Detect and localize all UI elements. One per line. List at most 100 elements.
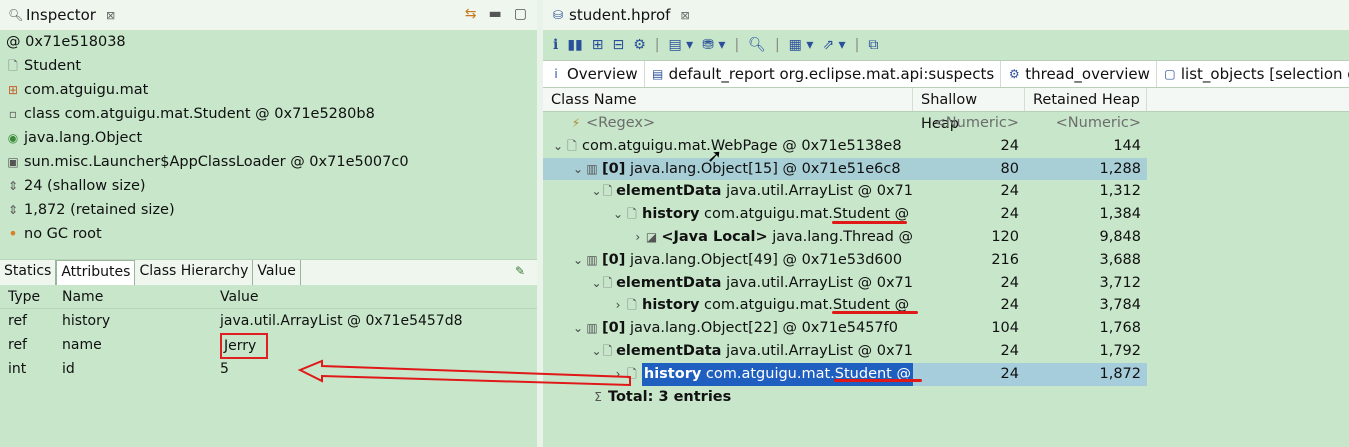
maximize-icon[interactable]: ▢	[514, 6, 527, 22]
dominator-tree-icon[interactable]: ⊞	[592, 37, 604, 53]
reference-label: history	[643, 365, 702, 382]
object-info-list: @ 0x71e518038 🗋 Student ⊞ com.atguigu.mat ▫ cl…	[0, 30, 537, 246]
table-row[interactable]: ⌄ ▥ [0] java.lang.Object[49] @ 0x71e53d600…	[543, 249, 1349, 272]
table-row[interactable]: int id 5	[0, 357, 537, 381]
table-row[interactable]: ⌄ 🗋 elementData java.util.ArrayList @ 0x71…	[543, 180, 1349, 203]
object-icon: 🗋	[627, 366, 637, 381]
histogram-icon[interactable]: ▮▮	[567, 37, 582, 53]
object-label: com.atguigu.mat.Student @	[704, 206, 910, 223]
chevron-down-icon[interactable]: ⌄	[571, 249, 585, 272]
info-text: no GC root	[24, 226, 102, 242]
table-row[interactable]: › ◪ <Java Local> java.lang.Thread @ 120 9,84…	[543, 226, 1349, 249]
oql-icon[interactable]: ⊟	[612, 37, 624, 53]
shallow-heap-cell: 24	[1000, 342, 1019, 359]
table-row[interactable]: ⌄ 🗋 com.atguigu.mat.WebPage @ 0x71e5138e8 2…	[543, 135, 1349, 158]
attr-type: ref	[8, 313, 27, 329]
regex-filter[interactable]: <Regex>	[586, 112, 655, 135]
column-retained-heap[interactable]: Retained Heap	[1025, 88, 1147, 111]
chevron-right-icon[interactable]: ›	[611, 363, 625, 386]
filter-row[interactable]: ⚡︎ <Regex> <Numeric> <Numeric>	[543, 112, 1349, 135]
reference-label: elementData	[616, 183, 722, 200]
chevron-down-icon[interactable]: ⌄	[571, 158, 585, 181]
chevron-right-icon[interactable]: ›	[631, 226, 645, 249]
chevron-down-icon[interactable]: ⌄	[551, 135, 565, 158]
reference-label: history	[642, 297, 700, 314]
shallow-heap-cell: 120	[991, 228, 1019, 245]
info-text: 1,872 (retained size)	[24, 202, 175, 218]
info-icon: i	[554, 67, 558, 81]
editor-view-tabs: i Overview ▤ default_report org.eclipse.…	[543, 60, 1349, 88]
calculator-icon[interactable]: ▦ ▾	[789, 37, 814, 53]
chevron-down-icon[interactable]: ⌄	[591, 180, 602, 203]
tab-list-objects[interactable]: ▢ list_objects [selection of '	[1157, 61, 1349, 87]
editor-tab[interactable]: ⛁ student.hprof ⊠	[543, 0, 698, 30]
table-row[interactable]: ⌄ ▥ [0] java.lang.Object[15] @ 0x71e51e6c8…	[543, 157, 1349, 181]
column-type[interactable]: Type	[0, 285, 54, 308]
reference-label: elementData	[616, 342, 722, 359]
tab-default-report[interactable]: ▤ default_report org.eclipse.mat.api:sus…	[645, 61, 1002, 87]
inspector-tab[interactable]: 🔍︎ Inspector ⊠	[0, 0, 123, 30]
regex-icon: ⚡︎	[571, 116, 581, 130]
table-row[interactable]: ⌄ 🗋 history com.atguigu.mat.Student @ 24 1,3…	[543, 203, 1349, 226]
info-line[interactable]: • no GC root	[0, 222, 537, 246]
close-icon[interactable]: ⊠	[106, 9, 115, 22]
table-row[interactable]: ⌄ 🗋 elementData java.util.ArrayList @ 0x71…	[543, 272, 1349, 295]
attr-type: int	[8, 361, 27, 377]
tab-attributes[interactable]: Attributes	[56, 260, 136, 285]
tab-thread-overview[interactable]: ⚙ thread_overview	[1001, 61, 1157, 87]
tab-overview[interactable]: i Overview	[543, 61, 645, 87]
tab-statics[interactable]: Statics	[0, 260, 57, 285]
info-line[interactable]: ▫ class com.atguigu.mat.Student @ 0x71e52…	[0, 102, 537, 126]
column-name[interactable]: Name	[54, 285, 214, 308]
editor-toolbar: i ▮▮ ⊞ ⊟ ⚙ | ▤ ▾ ⛃ ▾ | 🔍︎ | ▦ ▾ ⇗ ▾ | ⧉	[553, 37, 879, 53]
pin-icon[interactable]: ✎	[515, 264, 525, 278]
group-icon[interactable]: ⧉	[868, 37, 878, 53]
table-row[interactable]: › 🗋 history com.atguigu.mat.Student @24 3,7…	[543, 294, 1349, 317]
info-line[interactable]: @ 0x71e518038	[0, 30, 537, 54]
tab-value[interactable]: Value	[253, 260, 301, 285]
sync-icon[interactable]: ⇆	[465, 6, 477, 22]
chevron-down-icon[interactable]: ⌄	[611, 203, 625, 226]
shallow-heap-cell: 104	[991, 320, 1019, 337]
column-class-name[interactable]: Class Name	[543, 88, 913, 111]
retained-filter[interactable]: <Numeric>	[1025, 112, 1147, 135]
search-icon[interactable]: 🔍︎	[748, 37, 766, 53]
chevron-down-icon[interactable]: ⌄	[591, 340, 602, 363]
info-line[interactable]: ⇕ 1,872 (retained size)	[0, 198, 537, 222]
retained-heap-cell: 1,872	[1025, 362, 1147, 386]
export-icon[interactable]: ⇗ ▾	[822, 37, 845, 53]
chevron-right-icon[interactable]: ›	[611, 294, 625, 317]
annotation-underline	[832, 221, 907, 224]
shallow-heap-cell: 24	[1000, 274, 1019, 291]
info-line[interactable]: ⊞ com.atguigu.mat	[0, 78, 537, 102]
info-text: class com.atguigu.mat.Student @ 0x71e528…	[24, 106, 375, 122]
close-icon[interactable]: ⊠	[680, 9, 689, 22]
shallow-heap-cell: 24	[1000, 183, 1019, 200]
table-row[interactable]: ⌄ ▥ [0] java.lang.Object[22] @ 0x71e5457f0…	[543, 317, 1349, 340]
chevron-down-icon[interactable]: ⌄	[591, 272, 602, 295]
table-row[interactable]: ref name Jerry	[0, 333, 537, 359]
tree-rows: ⌄ 🗋 com.atguigu.mat.WebPage @ 0x71e5138e8 2…	[543, 135, 1349, 386]
query-browser-icon[interactable]: ⛃ ▾	[702, 37, 725, 53]
info-line[interactable]: 🗋 Student	[0, 54, 537, 78]
info-line[interactable]: ▣ sun.misc.Launcher$AppClassLoader @ 0x71…	[0, 150, 537, 174]
object-icon: 🗋	[627, 298, 637, 313]
tab-class-hierarchy[interactable]: Class Hierarchy	[135, 260, 254, 285]
column-value[interactable]: Value	[214, 285, 537, 308]
object-label: java.lang.Object[49] @ 0x71e53d600	[629, 251, 903, 268]
chevron-down-icon[interactable]: ⌄	[571, 317, 585, 340]
reports-icon[interactable]: ▤ ▾	[669, 37, 694, 53]
column-shallow-heap[interactable]: Shallow Heap	[913, 88, 1025, 132]
table-row[interactable]: › 🗋 history com.atguigu.mat.Student @24 1,8…	[543, 362, 1349, 386]
shallow-heap-cell: 24	[1000, 206, 1019, 223]
inspector-tab-label: Inspector	[26, 6, 96, 24]
info-line[interactable]: ⇕ 24 (shallow size)	[0, 174, 537, 198]
table-row[interactable]: ⌄ 🗋 elementData java.util.ArrayList @ 0x71…	[543, 340, 1349, 363]
inspector-tabbar: 🔍︎ Inspector ⊠ ⇆ ▬ ▢	[0, 0, 537, 30]
info-line[interactable]: ◉ java.lang.Object	[0, 126, 537, 150]
shallow-filter[interactable]: <Numeric>	[913, 112, 1025, 135]
info-icon[interactable]: i	[553, 37, 558, 53]
minimize-icon[interactable]: ▬	[489, 6, 502, 22]
thread-overview-icon[interactable]: ⚙	[633, 37, 646, 53]
table-row[interactable]: ref history java.util.ArrayList @ 0x71e5…	[0, 309, 537, 333]
